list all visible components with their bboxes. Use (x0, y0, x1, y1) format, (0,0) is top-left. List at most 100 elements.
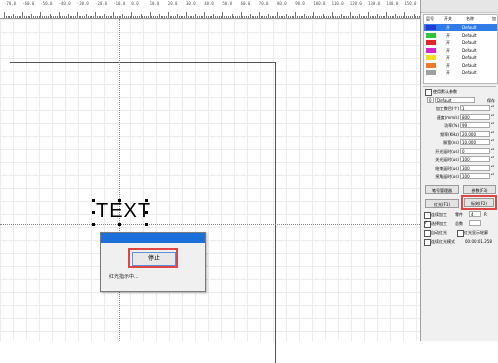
layer-onoff[interactable]: 开 (446, 24, 450, 31)
param-field[interactable]: 1 (460, 105, 490, 111)
layer-color-swatch (426, 25, 436, 30)
ruler-label: 120.0 (349, 1, 362, 6)
stepper-arrows-icon[interactable]: ▴▾ (491, 156, 494, 162)
layer-color-swatch (426, 62, 436, 68)
ruler-label: -70.0 (4, 1, 17, 6)
layer-onoff[interactable]: 开 (446, 54, 450, 61)
selection-handle[interactable] (92, 211, 95, 214)
layer-row[interactable]: 开 Default (424, 69, 497, 76)
layer-name: Default (462, 55, 477, 60)
ruler-label: 0.0 (131, 1, 139, 6)
ruler-label: 60.0 (240, 1, 251, 6)
stepper-arrows-icon[interactable]: ▴▾ (491, 105, 494, 111)
param-label: 拐角延时(us) (435, 174, 459, 179)
horizontal-ruler: -70.0 -60.0 -50.0 -40.0 -30.0 -20.0 -10.0 0.0 10… (0, 0, 420, 19)
stepper-arrows-icon[interactable]: ▴▾ (491, 164, 494, 171)
selection-handle[interactable] (145, 199, 148, 202)
select-process-label: 选择加工 (431, 221, 447, 226)
stepper-arrows-icon[interactable]: ▴▾ (491, 122, 494, 128)
stepper-arrows-icon[interactable]: ▴▾ (491, 173, 494, 179)
ruler-label: 40.0 (204, 1, 214, 6)
use-default-label: 使用默认参数 (433, 89, 457, 94)
param-field[interactable]: 100 (460, 156, 490, 162)
layer-name: Default (462, 32, 477, 38)
stepper-arrows-icon[interactable]: ▴▾ (491, 130, 494, 137)
selection-handle[interactable] (92, 199, 95, 202)
red-light-button[interactable]: 红光(F1) (425, 199, 459, 208)
ruler-label: 70.0 (258, 1, 269, 6)
ruler-label: -40.0 (58, 1, 71, 6)
param-field[interactable]: 100 (460, 173, 490, 179)
ruler-label: -20.0 (95, 1, 108, 6)
layer-row[interactable]: 开 Default (424, 39, 497, 46)
auto-red-checkbox[interactable] (424, 230, 431, 237)
continuous-checkbox[interactable] (424, 212, 431, 219)
dialog-title-bar[interactable] (101, 233, 205, 243)
elapsed-time: 00:00:01.258 (465, 239, 492, 244)
pen-manager-button[interactable]: 笔号管理器 (425, 185, 459, 194)
preset-select[interactable]: Default (435, 97, 475, 103)
stepper-arrows-icon[interactable]: ▴▾ (491, 139, 494, 145)
param-label: 结束延时(us) (435, 165, 459, 171)
param-field[interactable]: 10.000 (460, 139, 490, 145)
continuous-red-label: 连续红光模式 (431, 239, 455, 244)
selection-handle[interactable] (118, 199, 121, 202)
ruler-label: 20.0 (167, 1, 178, 6)
layer-name: Default (462, 62, 477, 68)
param-field[interactable]: 300 (460, 164, 490, 171)
ruler-label: -50.0 (40, 1, 53, 6)
continuous-red-checkbox[interactable] (424, 239, 431, 246)
layer-color-swatch (426, 32, 436, 38)
dialog-status-text: 红光指示中... (109, 274, 139, 280)
layer-color-swatch (426, 55, 436, 60)
layer-onoff[interactable]: 开 (446, 32, 450, 39)
param-label: 关光延时(us) (435, 157, 459, 162)
stepper-arrows-icon[interactable]: ▴▾ (491, 147, 494, 154)
param-field[interactable]: 800 (460, 113, 490, 120)
horizontal-center-line (0, 224, 420, 225)
stepper-arrows-icon[interactable]: ▴▾ (491, 113, 494, 120)
layer-row[interactable]: 开 Default (424, 24, 497, 31)
mark-button[interactable]: 标刻(F2) (464, 198, 494, 207)
param-label: 功率(%) (444, 123, 459, 128)
layer-onoff[interactable]: 开 (446, 69, 450, 76)
part-count-field[interactable]: 4 (469, 211, 481, 217)
red-contour-label: 红光显示轮廓 (464, 230, 488, 235)
selection-handle[interactable] (145, 223, 148, 226)
param-field[interactable]: 0 (460, 147, 490, 154)
name-col-header: 名称 (466, 16, 474, 21)
selection-handle[interactable] (92, 223, 95, 226)
continuous-label: 连续加工 (431, 212, 447, 217)
layer-col-header: 层号 (426, 16, 434, 21)
selection-handle[interactable] (118, 223, 121, 226)
vertical-center-line (119, 19, 120, 341)
stop-button[interactable]: 停止 (132, 252, 176, 266)
layer-row[interactable]: 开 Default (424, 54, 497, 61)
ruler-label: 130.0 (368, 1, 381, 6)
layer-onoff[interactable]: 开 (446, 47, 450, 54)
param-field[interactable]: 99 (460, 122, 490, 128)
red-contour-checkbox[interactable] (457, 230, 464, 237)
right-panel: 层号 开关 名称 加 开 Default 开 Default 开 Default 开 Defa… (420, 0, 498, 341)
param-label: 脉宽(ns) (443, 140, 459, 145)
preset-index-field[interactable]: 0 (427, 97, 434, 103)
layer-name: Default (462, 70, 477, 75)
param-label: 速度(mm/s) (436, 114, 459, 120)
param-field[interactable]: 20.000 (460, 130, 490, 137)
layer-onoff[interactable]: 开 (446, 39, 450, 46)
ruler-label: 10.0 (149, 1, 160, 6)
use-default-checkbox[interactable] (425, 89, 432, 96)
layer-row[interactable]: 开 Default (424, 47, 497, 54)
auto-red-label: 自动红光 (431, 230, 447, 235)
layer-onoff[interactable]: 开 (446, 62, 450, 69)
layer-row[interactable]: 开 Default (424, 62, 497, 69)
total-field[interactable] (469, 220, 481, 226)
layer-color-swatch (426, 40, 436, 45)
layer-row[interactable]: 开 Default (424, 32, 497, 39)
extra-col-header: 加 (492, 16, 496, 21)
text-object[interactable]: TEXT (96, 201, 151, 221)
drawing-canvas[interactable]: TEXT 停止 红光指示中... (0, 19, 420, 363)
selection-handle[interactable] (145, 211, 148, 214)
params-f3-button[interactable]: 参数(F3) (463, 185, 496, 194)
ruler-label: 50.0 (222, 1, 233, 6)
